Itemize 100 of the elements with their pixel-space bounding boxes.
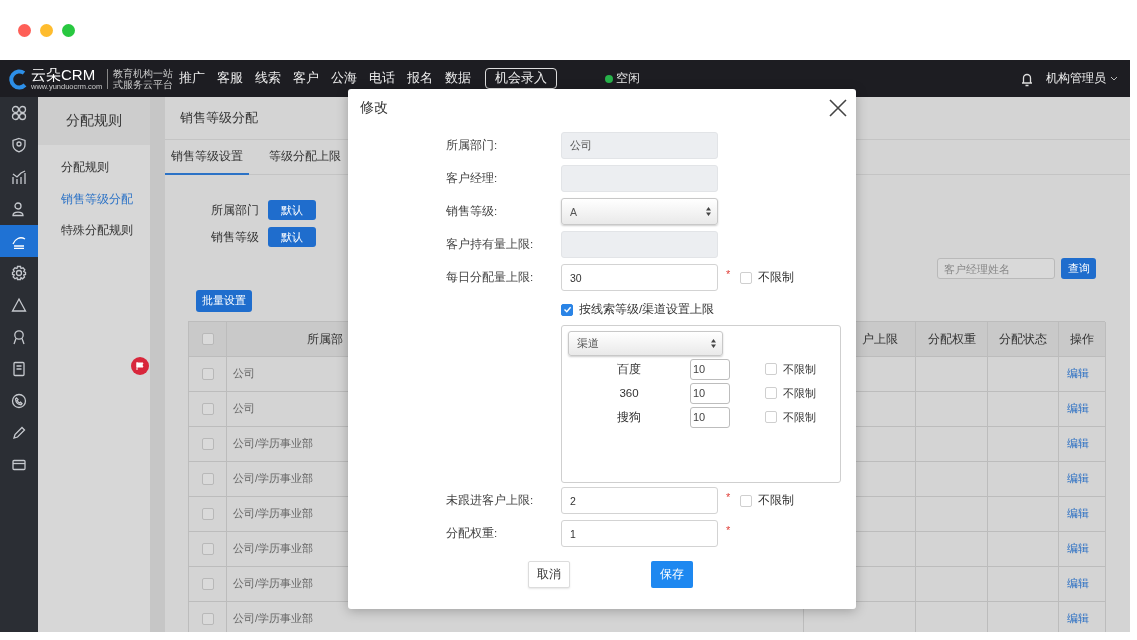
sidebar-item[interactable]: 分配规则 xyxy=(38,152,150,184)
search-field[interactable]: 客户经理姓名 xyxy=(937,258,1055,279)
user-menu[interactable]: 机构管理员 xyxy=(1046,70,1118,87)
table-cell xyxy=(916,532,988,567)
input-field[interactable]: 30 xyxy=(561,264,718,291)
edit-link[interactable]: 编辑 xyxy=(1059,542,1089,556)
minimize-button[interactable] xyxy=(40,23,53,37)
checkbox[interactable] xyxy=(201,508,214,520)
filter-option-button[interactable]: 默认 xyxy=(268,200,316,220)
department-cell: 公司/学历事业部 xyxy=(233,577,313,591)
sidebar-item[interactable]: 特殊分配规则 xyxy=(38,215,150,247)
phone-icon xyxy=(11,393,27,409)
status-dot xyxy=(605,74,614,83)
flag-icon xyxy=(136,362,144,370)
nav-menu-item[interactable]: 公海 xyxy=(331,70,358,87)
checkbox[interactable] xyxy=(201,543,214,555)
grid-icon xyxy=(11,105,27,121)
checkbox[interactable] xyxy=(765,411,777,423)
brand-tagline: 式服务云平台 xyxy=(113,78,174,90)
table-cell xyxy=(916,392,988,427)
triangle-icon xyxy=(11,297,27,313)
checkbox-label: 不限制 xyxy=(758,493,795,508)
edit-link[interactable]: 编辑 xyxy=(1059,577,1089,591)
input-field[interactable]: 2 xyxy=(561,487,718,514)
department-cell: 公司/学历事业部 xyxy=(233,472,313,486)
chart-icon xyxy=(11,169,27,185)
checkbox-label: 按线索等级/渠道设置上限 xyxy=(579,302,715,317)
channel-name: 360 xyxy=(618,387,640,399)
dialog-title: 修改 xyxy=(360,98,388,117)
gear-icon xyxy=(11,265,27,281)
edit-link[interactable]: 编辑 xyxy=(1059,402,1089,416)
card-icon xyxy=(11,457,27,473)
checkbox[interactable] xyxy=(201,473,214,485)
field-label: 分配权重: xyxy=(446,526,499,541)
flag-badge[interactable] xyxy=(131,357,149,375)
checkbox[interactable] xyxy=(201,613,214,625)
brand-name: 云朵CRM xyxy=(31,66,97,83)
zoom-button[interactable] xyxy=(62,23,75,37)
table-cell xyxy=(916,567,988,602)
nav-menu-item[interactable]: 客户 xyxy=(293,70,320,87)
nav-menu-item[interactable]: 线索 xyxy=(255,70,282,87)
query-button[interactable]: 查询 xyxy=(1061,258,1096,279)
field-label: 每日分配量上限: xyxy=(446,270,535,285)
checkbox[interactable] xyxy=(740,271,753,284)
field-label: 未跟进客户上限: xyxy=(446,493,535,508)
checkbox[interactable] xyxy=(740,494,753,507)
tab[interactable]: 销售等级设置 xyxy=(165,140,249,175)
tab[interactable]: 等级分配上限 xyxy=(263,140,347,175)
input-field[interactable]: 10 xyxy=(690,406,730,428)
award-icon xyxy=(11,329,27,345)
close-icon xyxy=(828,97,848,118)
department-cell: 公司/学历事业部 xyxy=(233,612,313,626)
checkbox-label: 不限制 xyxy=(758,270,795,285)
channel-name: 百度 xyxy=(616,361,642,377)
nav-menu-item[interactable]: 电话 xyxy=(369,70,396,87)
select-field[interactable]: 渠道 xyxy=(568,331,723,356)
input-field[interactable]: 1 xyxy=(561,520,718,547)
checkbox[interactable] xyxy=(201,368,214,380)
nav-menu-item[interactable]: 数据 xyxy=(445,70,472,87)
channel-name: 搜狗 xyxy=(616,409,642,425)
nav-menu-item[interactable]: 报名 xyxy=(407,70,434,87)
required-mark: * xyxy=(726,490,731,503)
field-label: 客户经理: xyxy=(446,171,499,186)
filter-option-button[interactable]: 默认 xyxy=(268,227,316,247)
batch-setting-button[interactable]: 批量设置 xyxy=(196,290,252,312)
nav-menu-item[interactable]: 推广 xyxy=(179,70,206,87)
cancel-button[interactable]: 取消 xyxy=(527,561,570,588)
input-field[interactable]: 10 xyxy=(690,358,730,380)
checkbox[interactable] xyxy=(765,363,777,375)
checkbox[interactable] xyxy=(561,303,573,316)
department-cell: 公司 xyxy=(233,402,255,416)
edit-link[interactable]: 编辑 xyxy=(1059,437,1089,451)
column-header: 操作 xyxy=(1070,330,1094,348)
document-icon xyxy=(11,361,27,377)
select-field[interactable]: A xyxy=(561,198,718,225)
edit-link[interactable]: 编辑 xyxy=(1059,367,1089,381)
required-mark: * xyxy=(726,267,731,280)
filter-label: 销售等级 xyxy=(211,228,259,246)
nav-menu-item[interactable]: 客服 xyxy=(217,70,244,87)
save-button[interactable]: 保存 xyxy=(650,561,693,588)
close-button[interactable] xyxy=(828,97,848,118)
checkbox[interactable] xyxy=(201,578,214,590)
edit-link[interactable]: 编辑 xyxy=(1059,507,1089,521)
field-label: 客户持有量上限: xyxy=(446,237,535,252)
checkbox[interactable] xyxy=(765,387,777,399)
edit-link[interactable]: 编辑 xyxy=(1059,612,1089,626)
checkbox[interactable] xyxy=(201,438,214,450)
table-cell xyxy=(916,462,988,497)
input-field[interactable]: 10 xyxy=(690,382,730,404)
sidebar-item[interactable]: 销售等级分配 xyxy=(38,183,150,215)
checkbox[interactable] xyxy=(201,403,214,415)
shield-icon xyxy=(11,137,27,153)
sidebar-title: 分配规则 xyxy=(38,97,150,145)
column-header: 所属部 xyxy=(307,330,343,348)
edit-link[interactable]: 编辑 xyxy=(1059,472,1089,486)
checkbox[interactable] xyxy=(201,333,214,345)
field-label: 销售等级: xyxy=(446,204,499,219)
updown-caret-icon xyxy=(706,207,711,216)
person-icon xyxy=(11,201,27,217)
updown-caret-icon xyxy=(711,339,716,348)
